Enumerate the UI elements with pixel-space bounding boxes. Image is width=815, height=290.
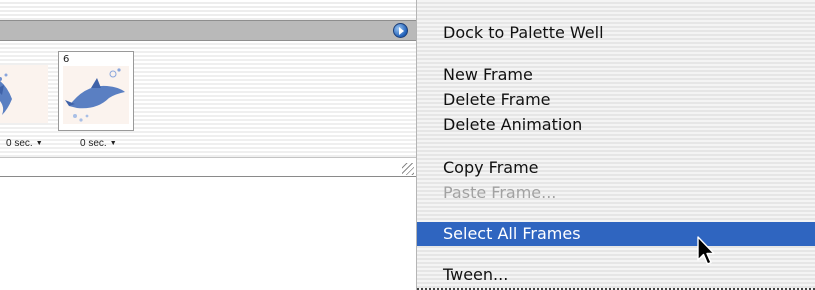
frame-number: 6 <box>63 54 70 65</box>
resize-grip-icon[interactable] <box>402 163 414 175</box>
palette-top-strip <box>0 0 416 20</box>
palette-footer <box>0 157 416 176</box>
frame-delay-dropdown[interactable]: 0 sec. ▼ <box>80 138 117 149</box>
chevron-down-icon: ▼ <box>35 140 43 147</box>
frame-thumbnail[interactable]: 6 <box>58 51 134 131</box>
palette-popup-menu: Dock to Palette Well New Frame Delete Fr… <box>416 0 815 290</box>
frame-delay-dropdown[interactable]: 0 sec. ▼ <box>6 138 43 149</box>
frame-image <box>63 66 129 124</box>
chevron-down-icon: ▼ <box>109 140 117 147</box>
menu-item-delete-animation[interactable]: Delete Animation <box>417 113 815 137</box>
frame-delay-label: 0 sec. <box>6 138 33 149</box>
palette-title-bar <box>0 20 416 41</box>
menu-item-dock-to-palette-well[interactable]: Dock to Palette Well <box>417 21 815 45</box>
arrow-cursor-icon <box>697 236 715 265</box>
frame-delay-label: 0 sec. <box>80 138 107 149</box>
menu-item-delete-frame[interactable]: Delete Frame <box>417 88 815 112</box>
frame-thumbnail[interactable] <box>0 51 50 131</box>
menu-item-copy-frame[interactable]: Copy Frame <box>417 156 815 180</box>
frame-image <box>0 65 48 123</box>
menu-item-select-all-frames[interactable]: Select All Frames <box>417 222 815 246</box>
menu-item-new-frame[interactable]: New Frame <box>417 63 815 87</box>
palette-menu-arrow-icon[interactable] <box>393 23 408 38</box>
menu-item-paste-frame: Paste Frame... <box>443 183 557 202</box>
menu-item-tween[interactable]: Tween... <box>417 263 815 287</box>
animation-palette: 0 sec. ▼ 6 0 sec. ▼ <box>0 0 417 177</box>
frames-area: 0 sec. ▼ 6 0 sec. ▼ <box>0 41 416 157</box>
